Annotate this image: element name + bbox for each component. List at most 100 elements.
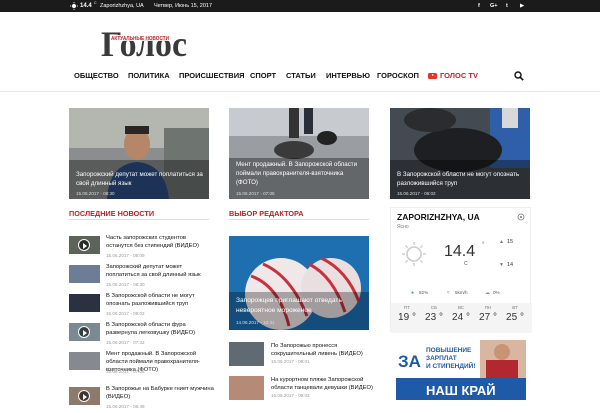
weather-widget: ZAPORIZHZHYA, UA Ясно 14.4 ° C ▲ 15 ▼ 14… xyxy=(390,207,532,333)
ad-line1: ПОВЫШЕНИЕ xyxy=(426,347,472,354)
featured-card[interactable]: В Запорожской области не могут опознать … xyxy=(390,108,530,199)
list-thumb xyxy=(69,236,100,254)
forecast-day: ВС 24 ° xyxy=(447,305,475,323)
featured-title[interactable]: Мент продажный. В Запорожской области по… xyxy=(236,160,364,187)
list-item-date: 15.06.2017 - 07:05 xyxy=(106,369,145,374)
topbar-location: Zaporizhzhya, UA xyxy=(100,3,144,9)
ad-line3: И СТИПЕНДИЙ! xyxy=(426,361,476,370)
list-item[interactable]: В Запорожской области не могут опознать … xyxy=(69,293,209,320)
logo-image: Голос АКТУАЛЬНЫЕ НОВОСТИ xyxy=(101,24,187,64)
list-thumb xyxy=(69,323,100,341)
featured-card[interactable]: Мент продажный. В Запорожской области по… xyxy=(229,108,369,199)
list-item-date: 15.06.2017 - 09:09 xyxy=(106,253,145,258)
list-item-date: 15.06.2017 - 07:32 xyxy=(106,340,145,345)
list-item[interactable]: На курортном пляже Запорожской области т… xyxy=(229,376,379,402)
topbar-temp: 14.4 xyxy=(80,3,92,9)
list-thumb xyxy=(69,265,100,283)
nav-item-politics[interactable]: ПОЛИТИКА xyxy=(128,62,170,90)
list-item-title[interactable]: В Запорожье на Бабурке гниет мужчина (ВИ… xyxy=(106,385,214,401)
featured-title[interactable]: В Запорожской области не могут опознать … xyxy=(397,170,525,188)
editor-main-date: 14.06.2017 - 10:31 xyxy=(236,320,275,325)
nav-item-sport[interactable]: СПОРТ xyxy=(250,62,276,90)
weather-high: 15 xyxy=(507,239,514,245)
list-item[interactable]: По Запорожью пронесся сокрушительный лив… xyxy=(229,342,379,368)
forecast-day-temp: 23 xyxy=(425,312,437,323)
list-item-date: 15.06.2017 - 06:49 xyxy=(106,404,145,409)
list-item-date: 15.06.2017 - 09:03 xyxy=(271,393,310,398)
editor-main-title[interactable]: Запорожцев приглашают отведать невероятн… xyxy=(236,296,364,316)
play-icon xyxy=(78,239,90,251)
featured-date: 15.06.2017 - 08:30 xyxy=(76,191,115,196)
arrow-down-icon: ▼ xyxy=(499,262,504,268)
nav-item-society[interactable]: ОБЩЕСТВО xyxy=(74,62,119,90)
featured-card[interactable]: Запорожский депутат может поплатиться за… xyxy=(69,108,209,199)
location-icon[interactable] xyxy=(517,213,525,221)
list-thumb xyxy=(229,376,264,400)
weather-temp: 14.4 xyxy=(444,243,476,260)
editor-main-card[interactable]: Запорожцев приглашают отведать невероятн… xyxy=(229,236,369,330)
forecast-day-name: ПТ xyxy=(404,305,410,310)
list-item[interactable]: Мент продажный. В Запорожской области по… xyxy=(69,351,209,378)
weather-city: ZAPORIZHZHYA, UA xyxy=(397,212,480,222)
nav-item-golos-tv[interactable]: ГОЛОС TV xyxy=(440,62,478,90)
list-item-title[interactable]: На курортном пляже Запорожской области т… xyxy=(271,376,381,392)
forecast-day-temp: 27 xyxy=(479,312,491,323)
youtube-icon[interactable]: ▶ xyxy=(520,0,524,12)
main-nav: ОБЩЕСТВО ПОЛИТИКА ПРОИСШЕСТВИЯ СПОРТ СТА… xyxy=(68,62,530,90)
ad-line4: НАШ КРАЙ xyxy=(426,383,496,398)
nav-item-interview[interactable]: ИНТЕРВЬЮ xyxy=(326,62,370,90)
sun-icon xyxy=(70,2,78,10)
wind-icon: ≈ xyxy=(447,290,450,296)
featured-title[interactable]: Запорожский депутат может поплатиться за… xyxy=(76,170,204,188)
forecast-day-temp: 25 xyxy=(506,312,518,323)
list-item-date: 15.06.2017 - 08:02 xyxy=(106,311,145,316)
twitter-icon[interactable]: t xyxy=(506,0,508,12)
forecast-day: СБ 23 ° xyxy=(420,305,448,323)
facebook-icon[interactable]: f xyxy=(478,0,480,12)
nav-divider xyxy=(0,91,600,92)
forecast-day: ВТ 25 ° xyxy=(501,305,529,323)
logo-small-text: АКТУАЛЬНЫЕ НОВОСТИ xyxy=(111,36,169,42)
ad-banner[interactable]: ЗА ПОВЫШЕНИЕ ЗАРПЛАТ И СТИПЕНДИЙ! НАШ КР… xyxy=(396,340,526,400)
list-item[interactable]: Часть запорожских студентов останутся бе… xyxy=(69,235,209,262)
list-item[interactable]: Запорожский депутат может поплатиться за… xyxy=(69,264,209,291)
cloud-icon: ☁ xyxy=(485,290,490,296)
list-thumb xyxy=(69,352,100,370)
forecast-day-temp: 24 xyxy=(452,312,464,323)
weather-humidity: 82% xyxy=(419,290,429,295)
list-item-title[interactable]: По Запорожью пронесся сокрушительный лив… xyxy=(271,342,381,358)
weather-unit: C xyxy=(464,261,468,267)
forecast-row: ПТ 19 ° СБ 23 ° ВС 24 ° ПН 27 ° ВТ 25 ° xyxy=(391,303,532,333)
forecast-day-name: ПН xyxy=(484,305,492,310)
editor-choice-heading: ВЫБОР РЕДАКТОРА xyxy=(229,209,304,218)
ad-za-text: ЗА xyxy=(398,352,421,371)
play-icon xyxy=(78,326,90,338)
featured-date: 15.06.2017 - 06:02 xyxy=(397,191,436,196)
nav-item-articles[interactable]: СТАТЬИ xyxy=(286,62,316,90)
featured-date: 15.06.2017 - 07:05 xyxy=(236,191,275,196)
logo-big-text: Голос xyxy=(101,24,187,64)
topbar-date: Четвер, Июнь 15, 2017 xyxy=(154,3,213,9)
top-bar: 14.4 C Zaporizhzhya, UA Четвер, Июнь 15,… xyxy=(0,0,600,12)
weather-degree-icon: ° xyxy=(482,242,485,248)
list-thumb xyxy=(229,342,264,366)
list-item-title[interactable]: В Запорожской области не могут опознать … xyxy=(106,292,214,308)
list-item[interactable]: В Запорожской области фура развернула ле… xyxy=(69,322,209,349)
weather-condition: Ясно xyxy=(397,224,409,230)
list-item-title[interactable]: Часть запорожских студентов останутся бе… xyxy=(106,234,214,250)
latest-news-heading: ПОСЛЕДНИЕ НОВОСТИ xyxy=(69,209,155,218)
list-item[interactable]: В Запорожье на Бабурке гниет мужчина (ВИ… xyxy=(69,386,214,413)
sun-icon xyxy=(402,242,426,266)
list-thumb xyxy=(69,387,100,405)
list-item-title[interactable]: Запорожский депутат может поплатиться за… xyxy=(106,263,214,279)
forecast-day-name: ВС xyxy=(457,305,465,310)
list-item-date: 15.06.2017 - 08:30 xyxy=(106,282,145,287)
forecast-day: ПТ 19 ° xyxy=(393,305,421,323)
search-icon[interactable] xyxy=(514,71,524,81)
topbar-temp-unit: C xyxy=(94,1,97,5)
site-logo[interactable]: Голос АКТУАЛЬНЫЕ НОВОСТИ xyxy=(100,24,188,64)
list-item-title[interactable]: В Запорожской области фура развернула ле… xyxy=(106,321,214,337)
nav-item-incidents[interactable]: ПРОИСШЕСТВИЯ xyxy=(179,62,244,90)
google-plus-icon[interactable]: G+ xyxy=(490,0,498,12)
nav-item-horoscope[interactable]: ГОРОСКОП xyxy=(377,62,419,90)
